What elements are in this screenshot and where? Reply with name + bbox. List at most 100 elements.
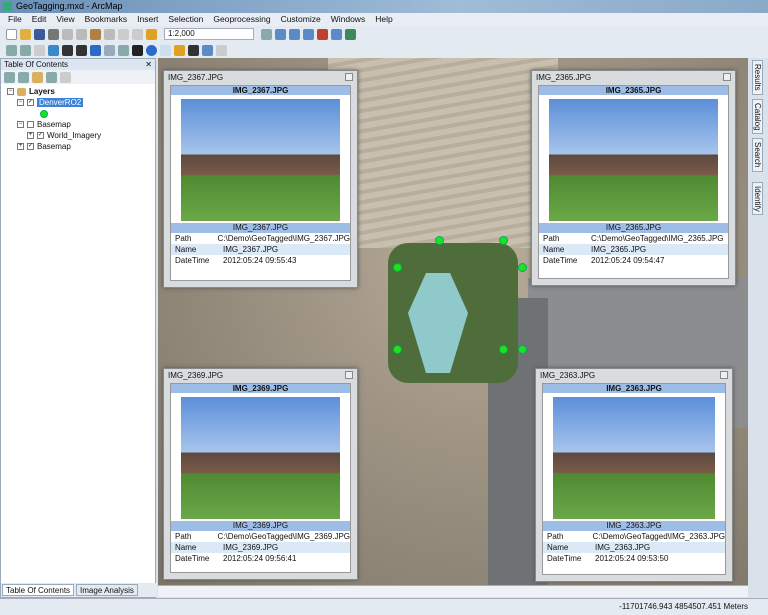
photo-popup: IMG_2369.JPG IMG_2369.JPG IMG_2369.JPG Pa… [163, 368, 358, 580]
select-features-icon[interactable] [118, 44, 129, 56]
layer-denverro2[interactable]: DenverRO2 [37, 98, 84, 107]
expand-icon[interactable]: + [27, 132, 34, 139]
geotag-point[interactable] [518, 345, 527, 354]
tab-table-of-contents[interactable]: Table Of Contents [2, 584, 75, 596]
attr-value: IMG_2363.JPG [595, 543, 651, 552]
geotag-point[interactable] [499, 236, 508, 245]
geotag-point[interactable] [393, 345, 402, 354]
menu-bookmarks[interactable]: Bookmarks [85, 14, 128, 25]
collapse-icon[interactable]: − [17, 99, 24, 106]
paste-icon[interactable] [90, 28, 101, 40]
popup-title: IMG_2363.JPG [540, 371, 596, 380]
menu-insert[interactable]: Insert [137, 14, 158, 25]
popup-close-button[interactable] [345, 73, 353, 81]
layer-basemap-group[interactable]: Basemap [37, 120, 71, 129]
measure-icon[interactable] [174, 44, 185, 56]
zoom-out-icon[interactable] [20, 44, 31, 56]
toolbox-icon[interactable] [317, 28, 328, 40]
photo-caption: IMG_2365.JPG [539, 223, 728, 233]
geotag-point[interactable] [499, 345, 508, 354]
photo-caption: IMG_2365.JPG [539, 86, 728, 95]
catalog-window-icon[interactable] [289, 28, 300, 40]
menu-help[interactable]: Help [375, 14, 392, 25]
undo-icon[interactable] [118, 28, 129, 40]
copy-icon[interactable] [76, 28, 87, 40]
toc-close-icon[interactable]: ✕ [145, 60, 152, 69]
layer-checkbox[interactable]: ✓ [37, 132, 44, 139]
collapse-icon[interactable]: − [17, 121, 24, 128]
geotag-point[interactable] [435, 236, 444, 245]
collapse-icon[interactable]: − [7, 88, 14, 95]
back-icon[interactable] [90, 44, 101, 56]
forward-icon[interactable] [104, 44, 115, 56]
photo-caption: IMG_2363.JPG [543, 384, 725, 393]
select-elements-icon[interactable] [132, 44, 143, 56]
attr-label: DateTime [175, 554, 210, 563]
layer-checkbox[interactable] [27, 121, 34, 128]
zoom-in-icon[interactable] [6, 44, 17, 56]
list-by-drawing-order-icon[interactable] [4, 72, 15, 83]
layer-world-imagery[interactable]: World_Imagery [47, 131, 101, 140]
full-extent-icon[interactable] [48, 44, 59, 56]
toc-toolbar [1, 70, 155, 84]
fixed-zoom-in-icon[interactable] [62, 44, 73, 56]
menu-view[interactable]: View [56, 14, 74, 25]
add-data-icon[interactable] [146, 28, 157, 40]
time-slider-icon[interactable] [216, 44, 227, 56]
photo-image [553, 397, 715, 519]
attr-value: C:\Demo\GeoTagged\IMG_2369.JPG [217, 532, 350, 541]
layer-checkbox[interactable]: ✓ [27, 143, 34, 150]
modelbuilder-icon[interactable] [345, 28, 356, 40]
photo-image [181, 99, 340, 221]
tab-image-analysis[interactable]: Image Analysis [76, 584, 138, 596]
geotag-point[interactable] [393, 263, 402, 272]
menu-edit[interactable]: Edit [32, 14, 47, 25]
menu-file[interactable]: File [8, 14, 22, 25]
photo-image [181, 397, 340, 519]
python-icon[interactable] [331, 28, 342, 40]
menu-geoprocessing[interactable]: Geoprocessing [213, 14, 270, 25]
expand-icon[interactable]: + [17, 143, 24, 150]
geotag-point[interactable] [518, 263, 527, 272]
search-window-icon[interactable] [303, 28, 314, 40]
menu-customize[interactable]: Customize [281, 14, 321, 25]
fixed-zoom-out-icon[interactable] [76, 44, 87, 56]
list-by-visibility-icon[interactable] [32, 72, 43, 83]
map-scrollbar[interactable] [158, 585, 748, 597]
popup-close-button[interactable] [723, 73, 731, 81]
cut-icon[interactable] [62, 28, 73, 40]
toc-title: Table Of Contents [4, 60, 69, 69]
go-to-xy-icon[interactable] [202, 44, 213, 56]
tab-search[interactable]: Search [752, 138, 763, 172]
save-icon[interactable] [34, 28, 45, 40]
toc-window-icon[interactable] [275, 28, 286, 40]
pan-icon[interactable] [34, 44, 45, 56]
identify-icon[interactable] [146, 44, 157, 56]
list-by-selection-icon[interactable] [46, 72, 57, 83]
options-icon[interactable] [60, 72, 71, 83]
delete-icon[interactable] [104, 28, 115, 40]
tab-catalog[interactable]: Catalog [752, 98, 763, 135]
tab-identify[interactable]: Identify [752, 181, 763, 216]
popup-close-button[interactable] [345, 371, 353, 379]
popup-title: IMG_2367.JPG [168, 73, 224, 82]
menu-windows[interactable]: Windows [331, 14, 365, 25]
editor-icon[interactable] [261, 28, 272, 40]
photo-image [549, 99, 718, 221]
open-icon[interactable] [20, 28, 31, 40]
attr-value: C:\Demo\GeoTagged\IMG_2365.JPG [591, 234, 724, 243]
menu-selection[interactable]: Selection [168, 14, 203, 25]
tab-results[interactable]: Results [752, 60, 763, 95]
list-by-source-icon[interactable] [18, 72, 29, 83]
find-icon[interactable] [188, 44, 199, 56]
html-popup-icon[interactable] [160, 44, 171, 56]
new-icon[interactable] [6, 28, 17, 40]
redo-icon[interactable] [132, 28, 143, 40]
scale-dropdown[interactable]: 1:2,000 [164, 28, 254, 40]
popup-close-button[interactable] [720, 371, 728, 379]
print-icon[interactable] [48, 28, 59, 40]
layer-basemap[interactable]: Basemap [37, 142, 71, 151]
attr-value: C:\Demo\GeoTagged\IMG_2367.JPG [217, 234, 350, 243]
layer-checkbox[interactable]: ✓ [27, 99, 34, 106]
photo-caption: IMG_2363.JPG [543, 521, 725, 531]
